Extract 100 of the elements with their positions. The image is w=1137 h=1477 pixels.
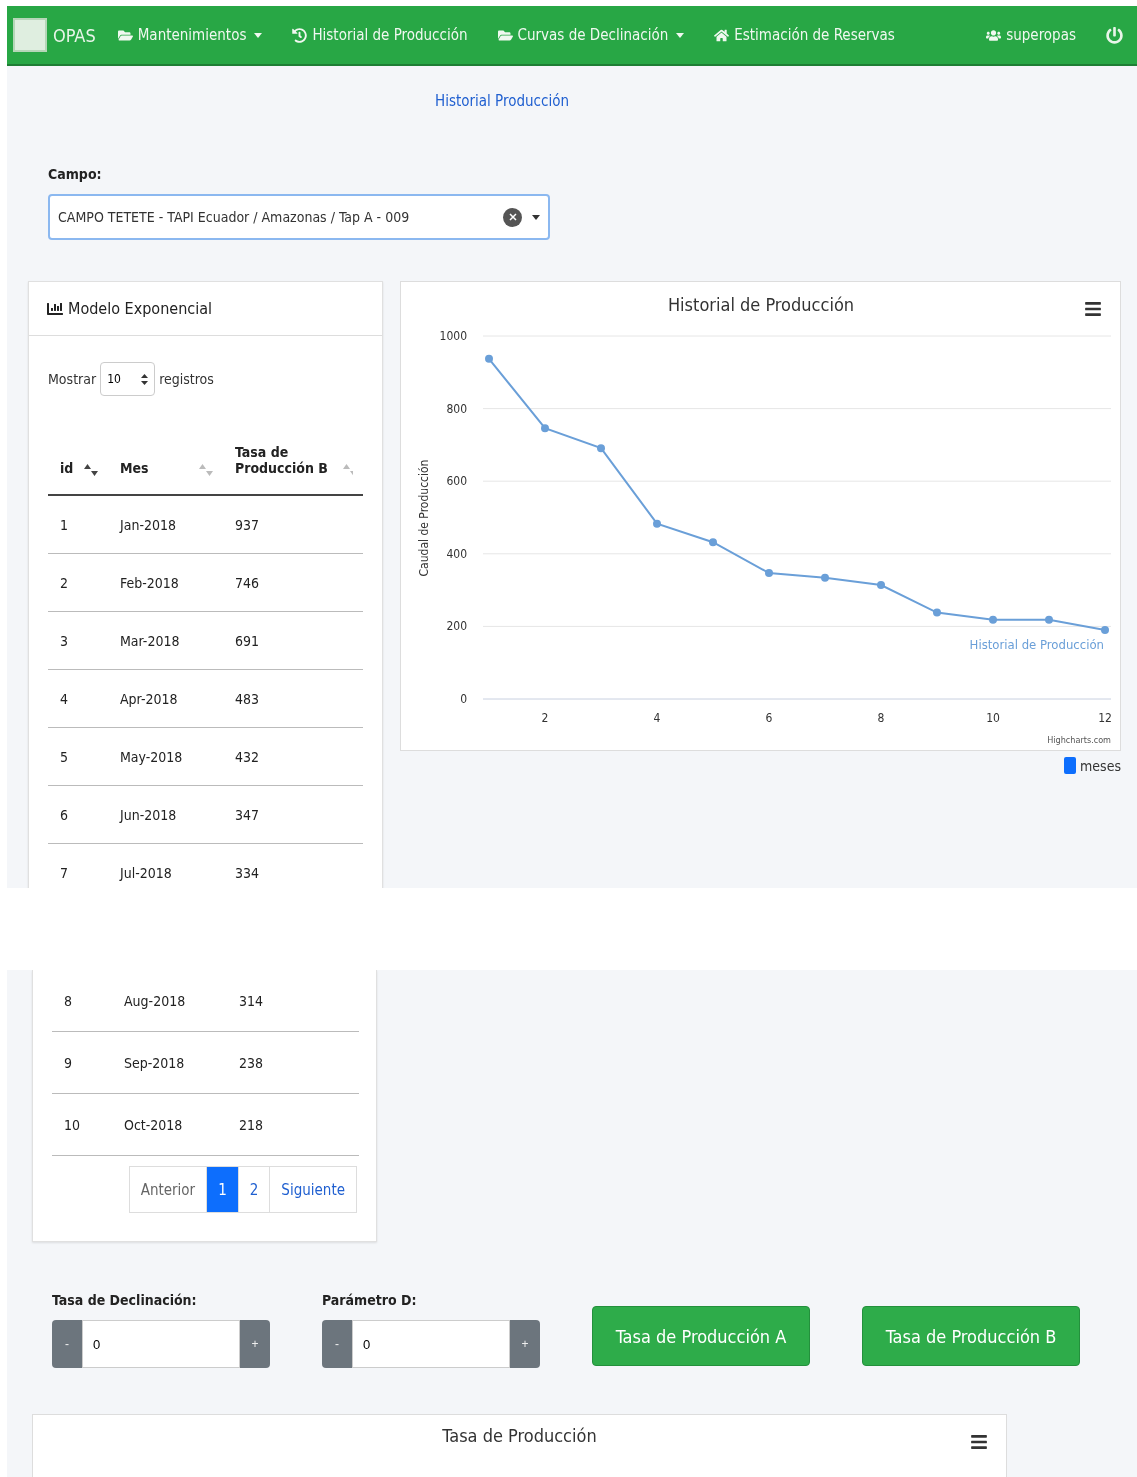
card-title: Modelo Exponencial	[68, 299, 212, 318]
field-label: Tasa de Declinación:	[52, 1292, 198, 1308]
table-cell-text: Sep-2018	[123, 1054, 186, 1071]
column-header[interactable]: Mes	[108, 460, 223, 476]
table-cell-text: 10	[63, 1116, 82, 1133]
table-cell-text: 691	[234, 632, 261, 649]
table-cell-text: 2	[59, 574, 69, 591]
increment-button[interactable]: +	[240, 1320, 270, 1368]
data-point	[821, 573, 829, 582]
y-tick-label: 400	[446, 546, 467, 561]
y-tick-label: 1000	[439, 329, 467, 343]
table-cell-text: 5	[59, 748, 69, 765]
x-tick-label: 10	[986, 711, 1000, 725]
data-point	[933, 608, 941, 617]
series-label: Historial de Producción	[969, 637, 1104, 652]
show-label: Mostrar	[48, 371, 97, 387]
pagination-link[interactable]: 1	[206, 1166, 239, 1213]
table-cell-text: 7	[59, 864, 69, 881]
chart-title: Historial de Producción	[667, 294, 855, 315]
table-cell-text: 334	[234, 864, 261, 881]
table-cell-text: 347	[234, 806, 261, 823]
pagination-link[interactable]: Anterior	[128, 1166, 208, 1213]
table-cell-text: 746	[234, 574, 261, 591]
table-cell-text: May-2018	[119, 748, 184, 765]
table-cell-text: 4	[59, 690, 69, 707]
decrement-button[interactable]: -	[52, 1320, 82, 1368]
decrement-button[interactable]: -	[322, 1320, 352, 1368]
menu-icon[interactable]	[1084, 300, 1102, 318]
data-point	[541, 424, 549, 433]
table-cell-text: 314	[238, 992, 265, 1009]
table-cell-text: Aug-2018	[123, 992, 187, 1009]
home-icon	[714, 27, 730, 43]
data-point	[765, 569, 773, 578]
nav-item[interactable]: Curvas de Declinación	[497, 26, 685, 44]
table-cell-text: Jun-2018	[118, 806, 178, 823]
power-icon[interactable]	[1106, 26, 1123, 44]
data-point	[485, 354, 493, 363]
data-point	[597, 444, 605, 453]
x-tick-label: 12	[1098, 711, 1112, 725]
legend-swatch	[1064, 757, 1077, 774]
y-tick-label: 200	[446, 619, 467, 634]
data-point	[1101, 626, 1109, 635]
field-label: Campo:	[48, 166, 103, 182]
user-menu[interactable]: superopas	[986, 26, 1076, 44]
breadcrumb-link[interactable]: Historial Producción	[435, 92, 569, 110]
brand-name[interactable]: OPAS	[53, 24, 96, 46]
table-cell-text: 9	[63, 1054, 73, 1071]
column-header[interactable]: id	[48, 460, 108, 476]
x-tick-label: 4	[653, 711, 661, 725]
y-tick-label: 600	[446, 474, 467, 489]
pagination-link[interactable]: Siguiente	[269, 1166, 357, 1213]
sort-icon	[342, 464, 353, 476]
number-input[interactable]: 0	[352, 1320, 510, 1368]
data-point	[877, 581, 885, 589]
y-axis-title: Caudal de Producción	[417, 459, 431, 577]
number-input[interactable]: 0	[82, 1320, 240, 1368]
caret-icon	[532, 214, 540, 220]
table-cell-text: 6	[59, 806, 69, 823]
nav-item[interactable]: Historial de Producción	[292, 26, 468, 44]
table-cell-text: Jul-2018	[118, 864, 173, 881]
y-tick-label: 800	[446, 401, 467, 416]
nav-item[interactable]: Estimación de Reservas	[714, 26, 895, 44]
field-label: Parámetro D:	[322, 1292, 418, 1308]
table-cell-text: Apr-2018	[119, 690, 179, 707]
users-icon	[986, 27, 1002, 43]
table-cell-text: 238	[238, 1054, 265, 1071]
data-point	[709, 538, 717, 547]
history-icon	[292, 27, 308, 43]
x-tick-label: 2	[541, 711, 549, 725]
increment-button[interactable]: +	[510, 1320, 540, 1368]
sort-icon	[199, 464, 213, 476]
nav-item[interactable]: Mantenimientos	[117, 26, 263, 44]
table-cell-text: Jan-2018	[118, 516, 177, 533]
rate-button[interactable]: Tasa de Producción A	[592, 1306, 810, 1366]
logo-icon	[13, 18, 47, 52]
table-cell-text: 1	[59, 516, 69, 533]
chart-icon	[47, 300, 63, 317]
table-cell-text: 3	[59, 632, 69, 649]
spinner-icon	[141, 373, 149, 385]
table-cell-text: Feb-2018	[119, 574, 180, 591]
rate-button[interactable]: Tasa de Producción B	[862, 1306, 1080, 1366]
sort-icon	[84, 464, 98, 476]
credit-text: Highcharts.com	[1047, 735, 1111, 745]
y-tick-label: 0	[460, 692, 467, 706]
table-cell-text: 432	[234, 748, 261, 765]
legend-label[interactable]: meses	[1080, 757, 1121, 774]
records-label: registros	[159, 371, 214, 387]
page-size-select[interactable]: 10	[100, 362, 156, 396]
clear-icon[interactable]	[503, 207, 522, 227]
table-cell-text: Mar-2018	[119, 632, 181, 649]
data-point	[989, 615, 997, 624]
column-header[interactable]: Tasa de Producción B	[223, 444, 363, 476]
chart-title: Tasa de Producción	[441, 1424, 598, 1446]
menu-icon[interactable]	[970, 1433, 988, 1451]
x-tick-label: 6	[765, 711, 773, 725]
table-cell-text: Oct-2018	[123, 1116, 184, 1133]
x-tick-label: 8	[877, 711, 885, 725]
data-point	[1045, 615, 1053, 624]
table-cell-text: 483	[234, 690, 261, 707]
campo-select[interactable]: CAMPO TETETE - TAPI Ecuador / Amazonas / Tap A - 009	[48, 194, 550, 240]
